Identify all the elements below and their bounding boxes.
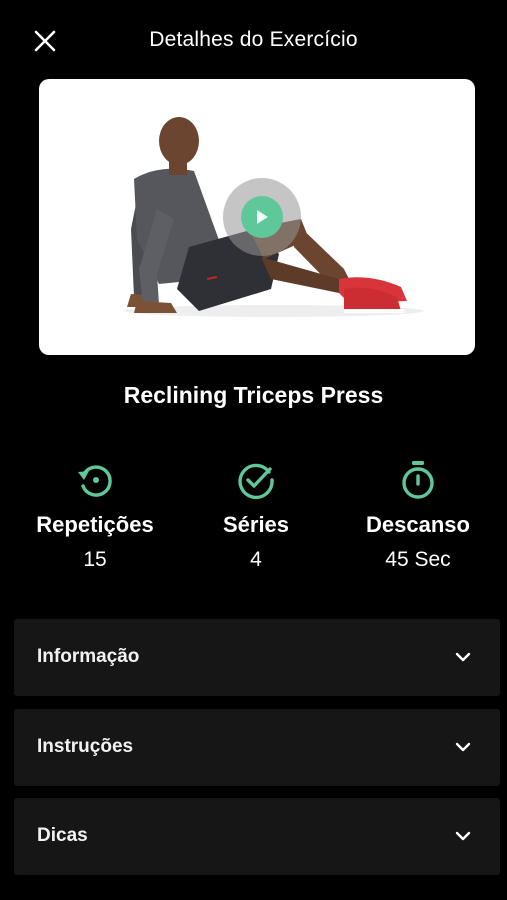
stat-rest: Descanso 45 Sec	[338, 458, 498, 572]
stat-label: Repetições	[36, 512, 154, 537]
section-label: Dicas	[37, 825, 88, 846]
chevron-down-icon	[455, 652, 471, 662]
check-circle-icon	[176, 458, 336, 502]
stat-value: 15	[83, 548, 107, 571]
chevron-down-icon	[455, 742, 471, 752]
play-icon	[241, 196, 283, 238]
stat-label: Descanso	[366, 512, 470, 537]
exercise-video[interactable]	[39, 79, 475, 355]
stat-series: Séries 4	[176, 458, 336, 572]
stat-value: 4	[250, 548, 262, 571]
stat-value: 45 Sec	[385, 548, 451, 571]
section-tips[interactable]: Dicas	[14, 798, 500, 875]
chevron-down-icon	[455, 831, 471, 841]
section-instructions[interactable]: Instruções	[14, 709, 500, 786]
header-bar: Detalhes do Exercício	[0, 0, 507, 80]
section-label: Informação	[37, 646, 140, 667]
stopwatch-icon	[338, 458, 498, 502]
section-label: Instruções	[37, 736, 134, 757]
play-button[interactable]	[223, 178, 301, 256]
page-title: Detalhes do Exercício	[149, 28, 358, 51]
exercise-name: Reclining Triceps Press	[123, 382, 384, 408]
stat-label: Séries	[222, 512, 290, 537]
stat-repetitions: Repetições 15	[15, 458, 175, 572]
section-information[interactable]: Informação	[14, 619, 500, 696]
repeat-icon	[15, 458, 175, 502]
